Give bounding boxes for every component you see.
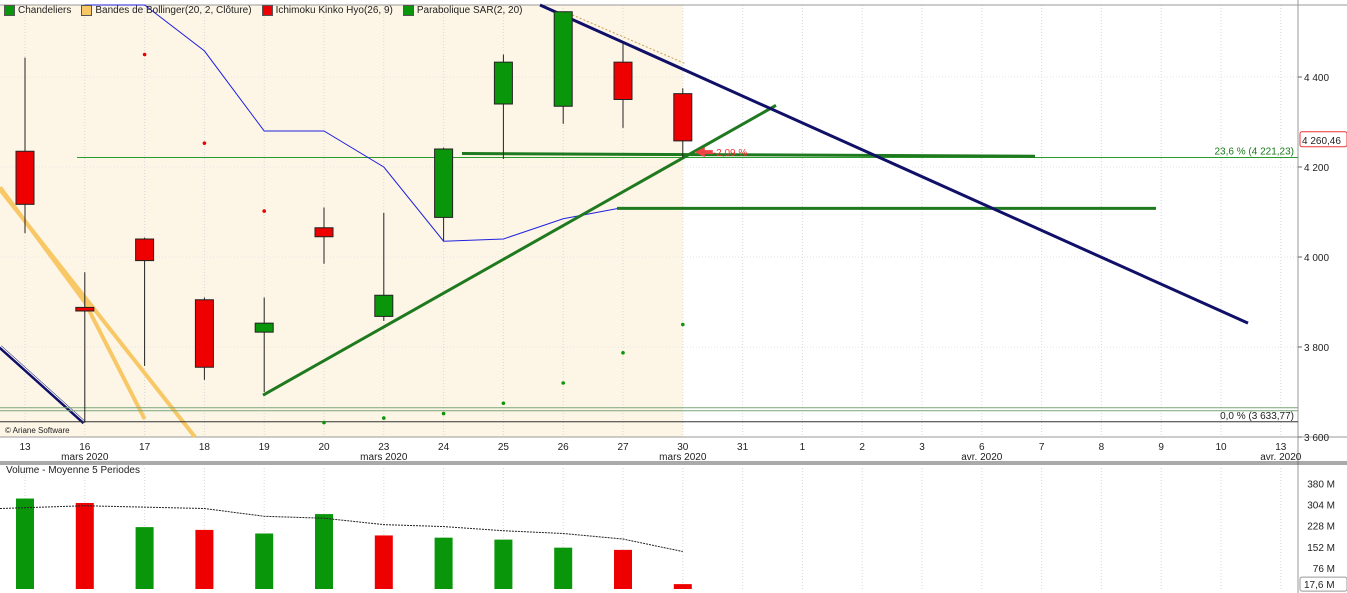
- volume-bar: [195, 529, 214, 589]
- chart-canvas: 23,6 % (4 221,23) 0,0 % (3 633,77) -2,09 %…: [0, 0, 1347, 593]
- legend-label-bollinger: Bandes de Bollinger(20, 2, Clôture): [95, 4, 252, 16]
- sar-dot: [322, 420, 326, 425]
- x-tick-label: 1: [800, 442, 806, 453]
- sar-dot: [382, 416, 386, 420]
- percent-change-label: -2,09 %: [713, 148, 748, 159]
- candle-body: [613, 61, 633, 100]
- volume-bar: [135, 527, 154, 589]
- candle-body: [434, 148, 454, 218]
- price-tick-label: 4 000: [1304, 253, 1329, 264]
- candle-body: [493, 61, 513, 105]
- candle-body: [15, 150, 35, 205]
- legend-label-sar: Parabolique SAR(2, 20): [416, 4, 523, 16]
- x-tick-label: 31: [737, 442, 749, 453]
- x-tick-label: 19: [259, 442, 271, 453]
- volume-bar: [673, 584, 692, 589]
- volume-bar: [75, 502, 94, 589]
- x-tick-label: 13: [19, 442, 31, 453]
- legend-swatch: [402, 4, 414, 16]
- candle-body: [135, 238, 155, 262]
- legend-item-ichimoku[interactable]: Ichimoku Kinko Hyo(26, 9): [261, 4, 393, 16]
- sar-dot: [501, 401, 506, 406]
- volume-tick-label: 228 M: [1307, 522, 1335, 533]
- x-tick-label: 7: [1039, 442, 1045, 453]
- sar-dot: [681, 322, 685, 327]
- volume-tick-label: 152 M: [1307, 543, 1335, 554]
- x-tick-sublabel: avr. 2020: [961, 452, 1003, 463]
- volume-bar: [494, 539, 513, 589]
- x-tick-label: 9: [1158, 442, 1164, 453]
- x-tick-label: 26: [558, 442, 570, 453]
- candle-body: [673, 93, 693, 142]
- legend-label-candles: Chandeliers: [18, 4, 72, 16]
- volume-bar: [255, 533, 274, 589]
- candle-body: [374, 294, 394, 317]
- volume-panel-title: Volume - Moyenne 5 Periodes: [6, 465, 140, 476]
- sar-dot: [621, 351, 625, 355]
- x-tick-label: 24: [438, 442, 450, 453]
- legend-swatch: [4, 4, 15, 16]
- legend-item-bollinger[interactable]: Bandes de Bollinger(20, 2, Clôture): [81, 4, 252, 16]
- price-tick-label: 3 600: [1304, 433, 1329, 444]
- price-tick-label: 3 800: [1304, 343, 1329, 354]
- volume-bar: [614, 549, 632, 589]
- legend-label-ichimoku: Ichimoku Kinko Hyo(26, 9): [275, 4, 393, 16]
- volume-tick-label: 76 M: [1313, 564, 1335, 575]
- sar-dot: [202, 141, 207, 145]
- volume-bar: [16, 498, 34, 589]
- volume-moving-average: [0, 505, 683, 553]
- legend-swatch: [81, 4, 93, 16]
- volume-bar: [554, 547, 573, 589]
- x-tick-label: 17: [139, 442, 151, 453]
- legend-item-sar[interactable]: Parabolique SAR(2, 20): [402, 4, 523, 16]
- volume-bar: [434, 537, 453, 589]
- candle-body: [75, 306, 95, 312]
- sar-dot: [142, 52, 147, 57]
- fibonacci-label-23-6: 23,6 % (4 221,23): [1215, 146, 1295, 157]
- x-tick-label: 8: [1099, 442, 1105, 453]
- price-tick-label: 4 400: [1304, 73, 1329, 84]
- x-tick-label: 27: [617, 442, 629, 453]
- x-tick-label: 2: [859, 442, 865, 453]
- fibonacci-label-0: 0,0 % (3 633,77): [1220, 411, 1294, 422]
- shaded-period: [0, 5, 683, 437]
- x-tick-sublabel: avr. 2020: [1260, 452, 1302, 463]
- sar-dot: [262, 209, 267, 213]
- sar-dot: [441, 411, 446, 416]
- price-tick-label: 4 200: [1304, 163, 1329, 174]
- x-tick-sublabel: mars 2020: [360, 452, 408, 463]
- x-tick-label: 18: [199, 442, 211, 453]
- volume-bar: [374, 535, 393, 589]
- candle-body: [314, 227, 334, 238]
- legend: Chandeliers Bandes de Bollinger(20, 2, C…: [4, 3, 522, 17]
- candle-body: [553, 11, 573, 107]
- copyright: © Ariane Software: [5, 426, 70, 435]
- candle-body: [254, 322, 274, 333]
- x-tick-sublabel: mars 2020: [61, 452, 109, 463]
- x-tick-sublabel: mars 2020: [659, 452, 707, 463]
- last-volume-badge-text: 17,6 M: [1304, 580, 1335, 591]
- x-tick-label: 25: [498, 442, 510, 453]
- candle-body: [194, 299, 214, 368]
- volume-bar: [315, 514, 333, 589]
- sar-dot: [561, 381, 565, 385]
- x-tick-label: 10: [1215, 442, 1227, 453]
- last-price-badge-text: 4 260,46: [1302, 136, 1341, 147]
- x-tick-label: 3: [919, 442, 925, 453]
- volume-tick-label: 304 M: [1307, 501, 1335, 512]
- legend-swatch: [261, 4, 273, 16]
- x-tick-label: 20: [318, 442, 330, 453]
- legend-item-candles[interactable]: Chandeliers: [4, 4, 72, 16]
- volume-tick-label: 380 M: [1307, 480, 1335, 491]
